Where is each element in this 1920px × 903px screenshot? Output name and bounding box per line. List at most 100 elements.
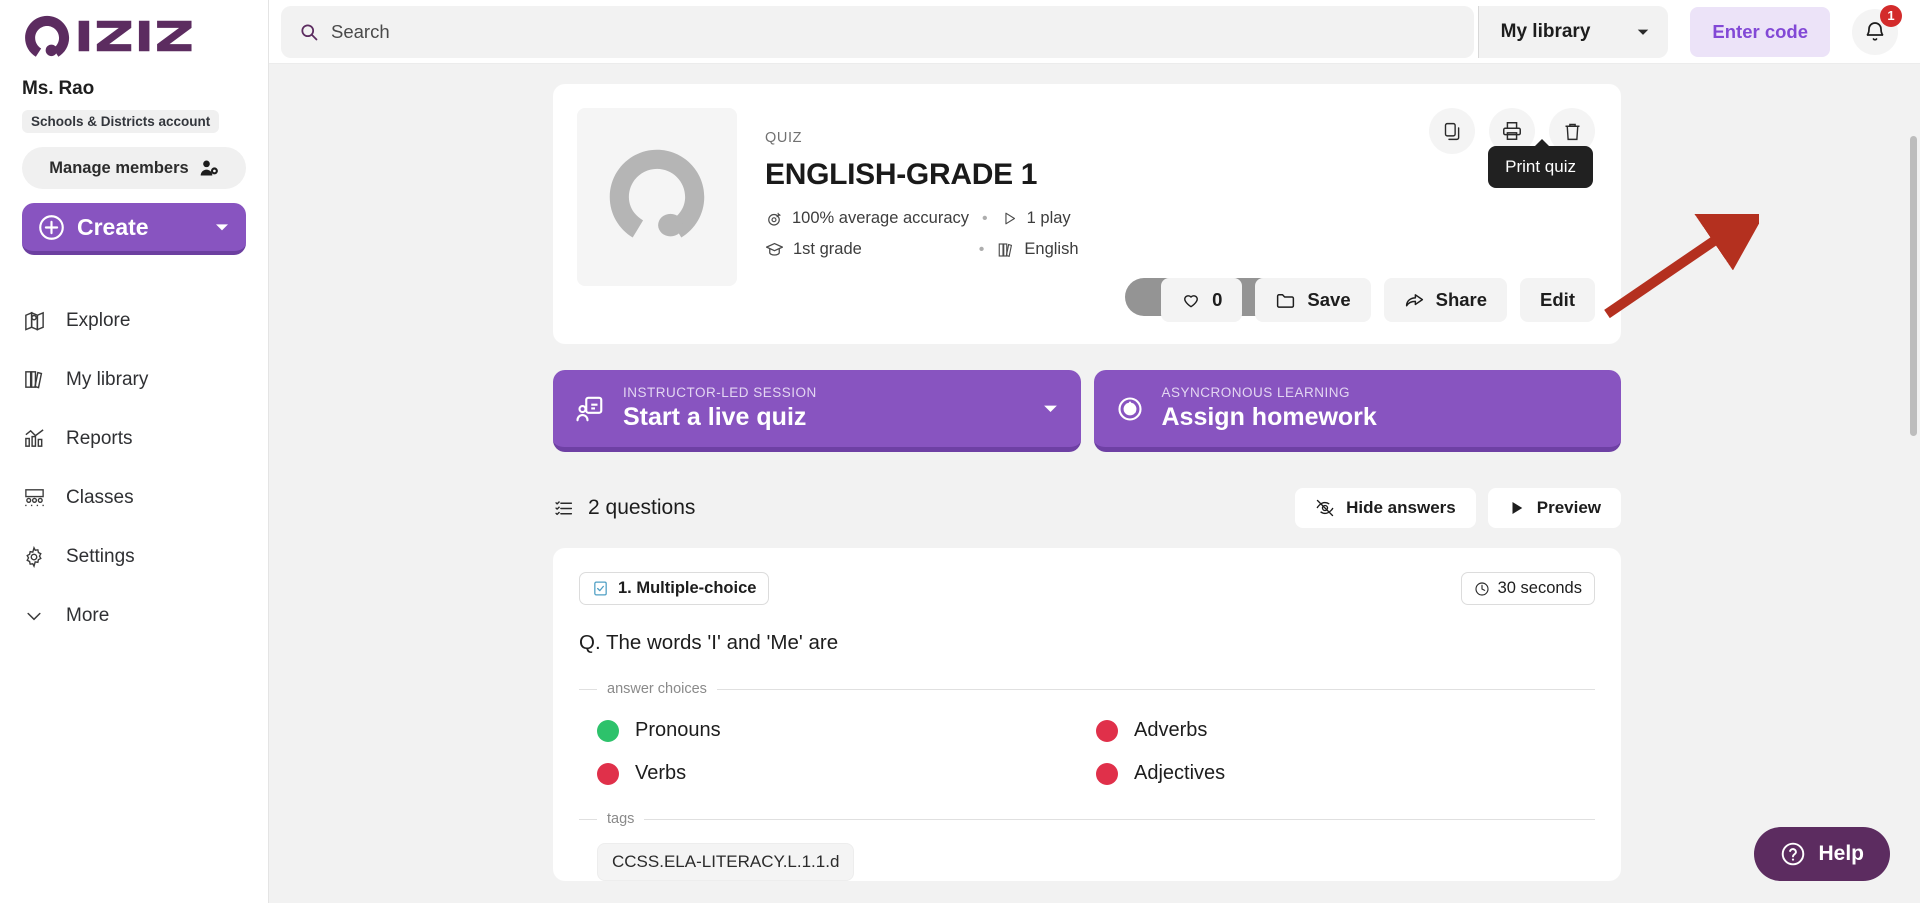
save-label: Save bbox=[1307, 289, 1351, 310]
create-label: Create bbox=[77, 213, 149, 240]
page-title: ENGLISH-GRADE 1 bbox=[765, 158, 1038, 191]
main-area: Search My library Enter code 1 QUIZ ENGL… bbox=[269, 0, 1920, 903]
hide-answers-button[interactable]: Hide answers bbox=[1295, 488, 1476, 528]
clock-icon bbox=[1475, 581, 1489, 596]
sidebar-item-explore[interactable]: Explore bbox=[0, 291, 268, 350]
answer-choice: Verbs bbox=[597, 762, 1096, 785]
manage-members-label: Manage members bbox=[49, 158, 189, 177]
answer-choices-grid: Pronouns Adverbs Verbs Adjectives bbox=[579, 719, 1595, 785]
sidebar-item-more[interactable]: More bbox=[0, 586, 268, 645]
manage-members-button[interactable]: Manage members bbox=[22, 147, 246, 189]
list-icon bbox=[555, 500, 573, 515]
start-live-quiz-button[interactable]: INSTRUCTOR-LED SESSION Start a live quiz bbox=[553, 370, 1081, 452]
legend-line-left bbox=[579, 818, 597, 820]
quiz-accuracy-text: 100% average accuracy bbox=[792, 209, 970, 227]
folder-icon bbox=[1277, 293, 1295, 308]
question-count: 2 questions bbox=[553, 496, 695, 520]
help-button[interactable]: Help bbox=[1754, 827, 1890, 881]
quiz-card-footer-actions: 0 Save Share Edit bbox=[1161, 278, 1595, 322]
account-type-badge: Schools & Districts account bbox=[22, 110, 220, 133]
sidebar-item-label: Classes bbox=[66, 486, 134, 508]
tag-chip[interactable]: CCSS.ELA-LITERACY.L.1.1.d bbox=[597, 843, 855, 881]
quiz-grade: 1st grade bbox=[765, 240, 862, 259]
answer-choice: Adverbs bbox=[1096, 719, 1595, 742]
homework-title: Assign homework bbox=[1161, 403, 1377, 431]
plus-circle-icon bbox=[39, 214, 64, 240]
answer-choice-text: Adverbs bbox=[1134, 719, 1208, 741]
homework-subtitle: ASYNCRONOUS LEARNING bbox=[1161, 385, 1351, 400]
sidebar-item-reports[interactable]: Reports bbox=[0, 409, 268, 468]
answer-bullet-incorrect bbox=[597, 762, 619, 785]
chevron-down-icon[interactable] bbox=[1042, 400, 1059, 417]
target-icon bbox=[768, 212, 781, 226]
question-type-badge: 1. Multiple-choice bbox=[579, 572, 770, 605]
edit-button[interactable]: Edit bbox=[1520, 278, 1595, 322]
duplicate-quiz-button[interactable] bbox=[1429, 108, 1475, 154]
answer-bullet-incorrect bbox=[1096, 762, 1118, 785]
chevron-down-icon bbox=[1638, 29, 1649, 35]
user-settings-icon bbox=[200, 160, 218, 176]
quiz-thumbnail bbox=[577, 108, 737, 286]
sidebar: Ms. Rao Schools & Districts account Mana… bbox=[0, 0, 269, 903]
sidebar-item-my-library[interactable]: My library bbox=[0, 350, 268, 409]
answer-bullet-incorrect bbox=[1096, 719, 1118, 742]
quizizz-logo[interactable] bbox=[0, 0, 268, 58]
sidebar-item-label: Explore bbox=[66, 309, 131, 331]
quiz-plays-text: 1 play bbox=[1026, 209, 1071, 227]
top-bar: Search My library Enter code 1 bbox=[269, 0, 1920, 64]
library-scope-value: My library bbox=[1500, 20, 1591, 42]
preview-button[interactable]: Preview bbox=[1487, 488, 1621, 528]
create-button[interactable]: Create bbox=[22, 203, 246, 255]
sidebar-item-label: Reports bbox=[66, 427, 133, 449]
answer-choice-text: Pronouns bbox=[635, 719, 721, 741]
question-count-label: 2 questions bbox=[588, 496, 696, 519]
play-icon bbox=[1005, 212, 1015, 225]
app-root: Ms. Rao Schools & Districts account Mana… bbox=[0, 0, 1920, 903]
edit-label: Edit bbox=[1540, 289, 1575, 310]
sidebar-item-label: Settings bbox=[66, 545, 135, 567]
like-button[interactable]: 0 bbox=[1161, 278, 1243, 322]
legend-line-right bbox=[716, 688, 1595, 690]
homework-texts: ASYNCRONOUS LEARNING Assign homework bbox=[1162, 385, 1600, 432]
books-icon bbox=[999, 242, 1013, 257]
answer-choice-text: Verbs bbox=[635, 762, 687, 784]
assign-homework-button[interactable]: ASYNCRONOUS LEARNING Assign homework bbox=[1093, 370, 1621, 452]
question-circle-icon bbox=[1782, 842, 1805, 866]
quiz-subject-text: English bbox=[1024, 240, 1079, 258]
content-scroll-area: QUIZ ENGLISH-GRADE 1 100% average accura… bbox=[269, 64, 1920, 903]
question-text: Q. The words 'I' and 'Me' are bbox=[579, 631, 839, 654]
share-button[interactable]: Share bbox=[1383, 278, 1508, 322]
meta-separator: • bbox=[982, 209, 988, 227]
notifications[interactable]: 1 bbox=[1852, 4, 1902, 55]
sidebar-item-settings[interactable]: Settings bbox=[0, 527, 268, 586]
save-button[interactable]: Save bbox=[1255, 278, 1371, 322]
heart-icon bbox=[1184, 295, 1199, 308]
live-quiz-title: Start a live quiz bbox=[623, 403, 807, 431]
meta-separator: • bbox=[978, 240, 985, 258]
quiz-plays: 1 play bbox=[1001, 209, 1071, 228]
preview-label: Preview bbox=[1536, 498, 1601, 517]
copy-icon bbox=[1444, 122, 1459, 140]
enter-code-button[interactable]: Enter code bbox=[1690, 6, 1830, 57]
quiz-grade-text: 1st grade bbox=[793, 240, 862, 258]
chevron-down-icon bbox=[216, 224, 228, 231]
legend-line-left bbox=[579, 688, 597, 690]
chevron-down-icon bbox=[22, 606, 46, 626]
share-label: Share bbox=[1435, 289, 1488, 310]
quiz-meta-row-2: 1st grade • English bbox=[765, 240, 1595, 259]
library-scope-select[interactable]: My library bbox=[1477, 5, 1669, 58]
quiz-accuracy: 100% average accuracy bbox=[765, 209, 969, 228]
session-cta-row: INSTRUCTOR-LED SESSION Start a live quiz bbox=[553, 370, 1621, 452]
answer-choice: Pronouns bbox=[597, 719, 1096, 742]
vertical-scrollbar[interactable] bbox=[1910, 136, 1917, 436]
play-icon bbox=[1512, 502, 1522, 514]
bar-chart-icon bbox=[22, 427, 46, 450]
tags-label: tags bbox=[607, 811, 635, 827]
sidebar-item-classes[interactable]: Classes bbox=[0, 468, 268, 527]
answer-choice-text: Adjectives bbox=[1134, 762, 1226, 784]
questions-header-actions: Hide answers Preview bbox=[1295, 488, 1621, 528]
answer-choices-legend: answer choices bbox=[579, 681, 1595, 697]
quiz-summary-card: QUIZ ENGLISH-GRADE 1 100% average accura… bbox=[553, 84, 1621, 344]
annotation-arrow-icon bbox=[1604, 214, 1759, 319]
search-input[interactable]: Search bbox=[281, 5, 1474, 58]
